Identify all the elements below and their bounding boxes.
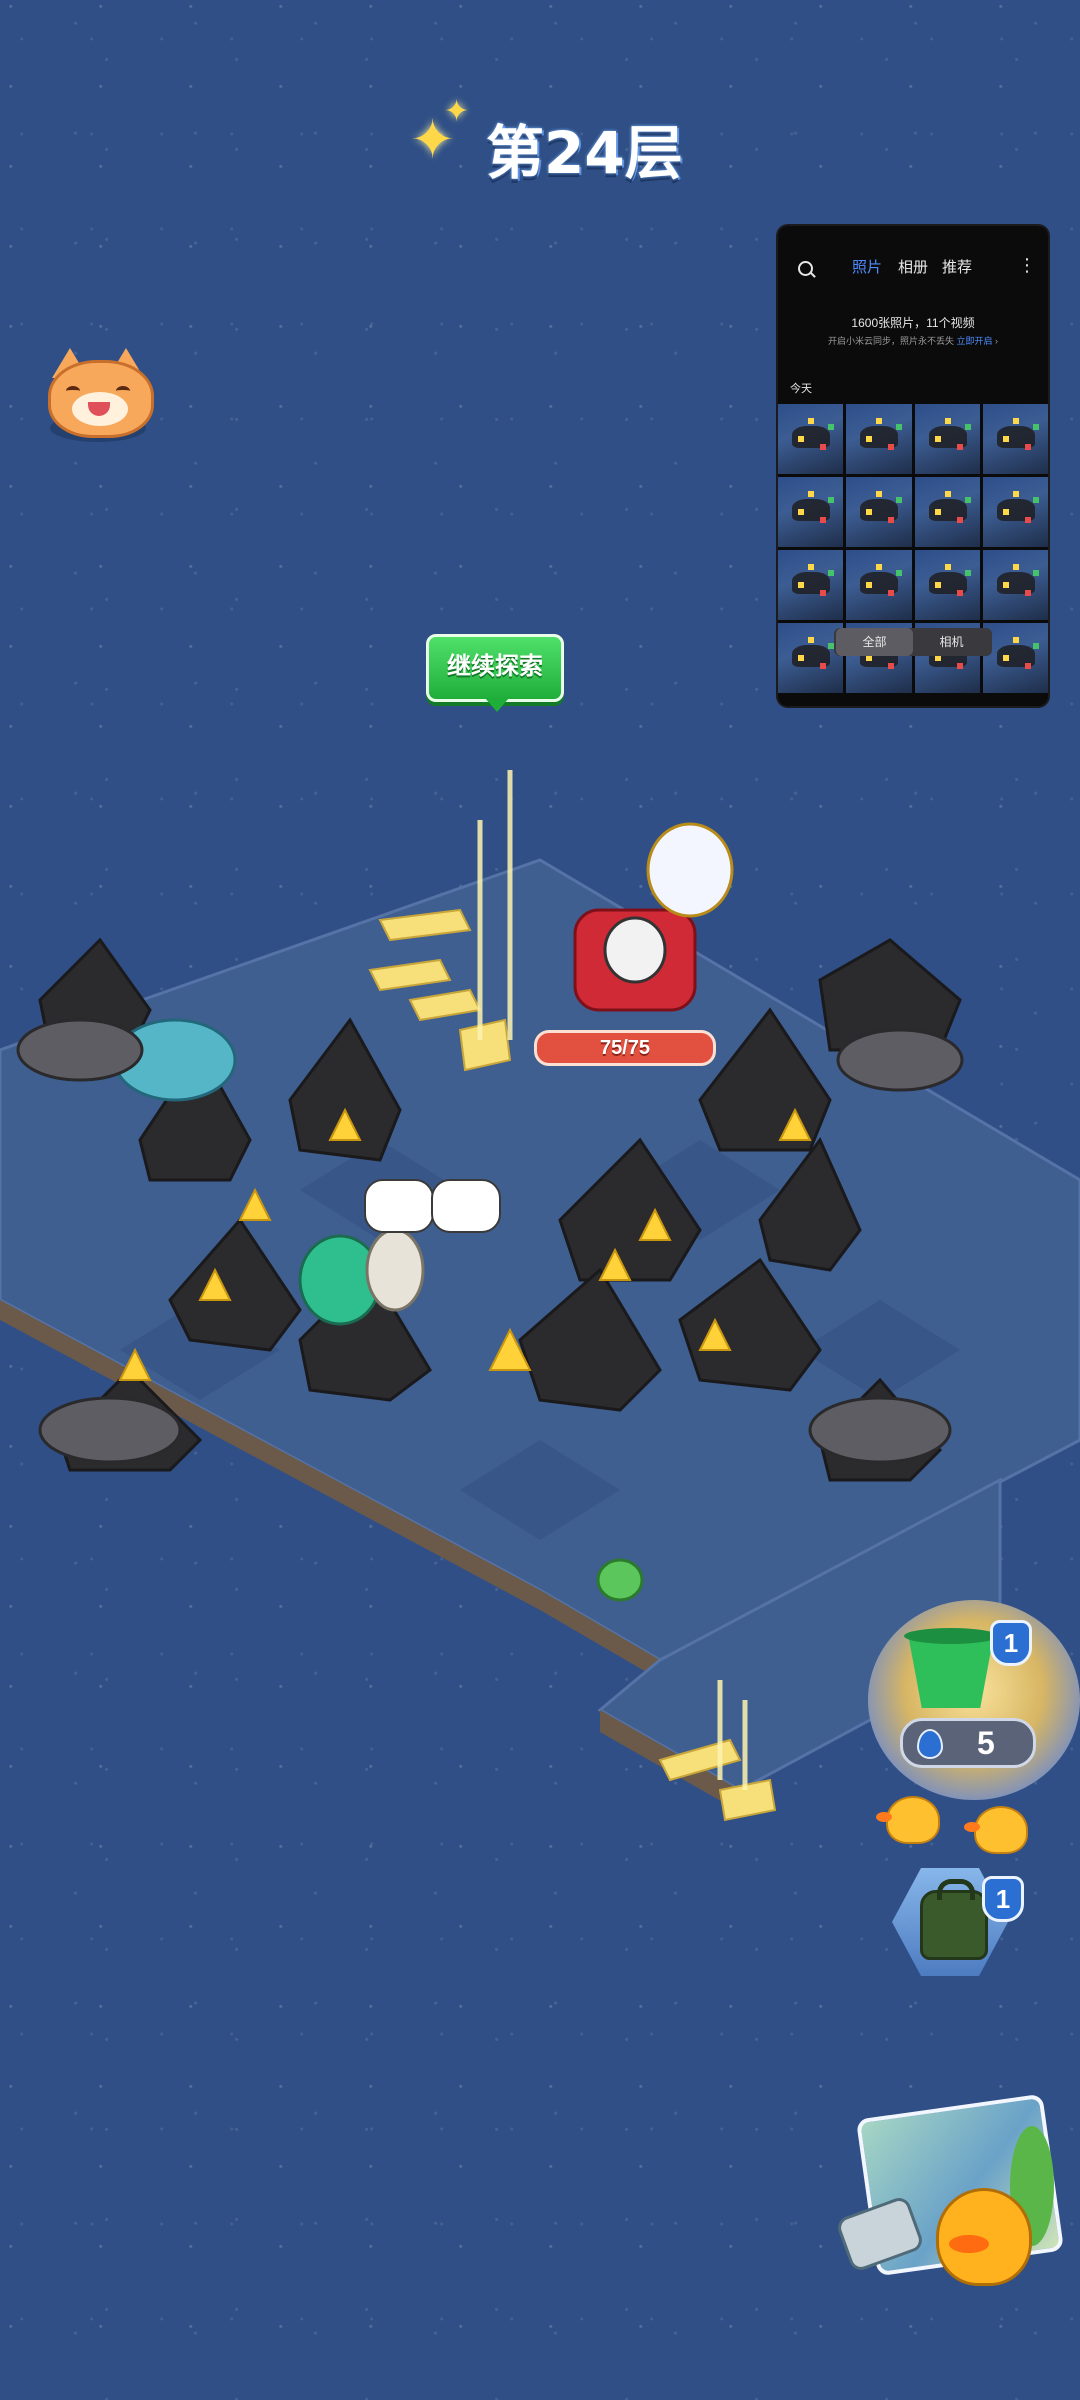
gallery-summary: 1600张照片，11个视频 — [851, 316, 975, 330]
tab-albums[interactable]: 相册 — [898, 256, 928, 277]
photo-thumbnail[interactable] — [914, 477, 980, 547]
duck-mascot-icon — [936, 2188, 1032, 2286]
section-today: 今天 — [790, 383, 812, 395]
floor-title-text: 第24层 — [486, 119, 683, 187]
duck-icon — [876, 1796, 940, 1844]
photo-thumbnail[interactable] — [846, 477, 912, 547]
photo-thumbnail[interactable] — [914, 404, 980, 474]
bucket-badge: 1 — [990, 1620, 1032, 1666]
water-count: 5 — [977, 1725, 995, 1761]
photo-thumbnail[interactable] — [778, 404, 844, 474]
floor-title: ✦ ✦ 第24层 — [410, 95, 710, 187]
tab-photos[interactable]: 照片 — [852, 256, 882, 277]
backpack-badge: 1 — [982, 1876, 1024, 1922]
sparkle-icon: ✦ — [444, 95, 470, 128]
gallery-topbar: 照片 相册 推荐 ⋮ — [778, 256, 1048, 286]
duck-icon — [964, 1806, 1028, 1854]
water-counter: 5 — [900, 1718, 1036, 1768]
more-icon[interactable]: ⋮ — [1018, 256, 1036, 274]
resource-panel[interactable]: 1 5 1 — [856, 1600, 1080, 1980]
water-drop-icon — [917, 1729, 943, 1759]
map-button[interactable] — [834, 2093, 1065, 2296]
boss-hp-bar: 75/75 — [534, 1030, 716, 1066]
search-icon[interactable] — [798, 261, 813, 276]
tab-recommended[interactable]: 推荐 — [942, 256, 972, 277]
photo-thumbnail[interactable] — [846, 404, 912, 474]
photo-thumbnail[interactable] — [982, 477, 1048, 547]
bucket-icon[interactable] — [904, 1624, 998, 1708]
sync-notice: 开启小米云同步，照片永不丢失 立即开启 › — [827, 336, 999, 346]
sync-notice-link[interactable]: 立即开启 — [957, 336, 993, 346]
cat-avatar-icon[interactable] — [44, 348, 154, 448]
photo-thumbnail[interactable] — [982, 404, 1048, 474]
continue-explore-button[interactable]: 继续探索 — [426, 634, 564, 712]
photo-thumbnail[interactable] — [778, 477, 844, 547]
backpack-icon[interactable] — [920, 1879, 988, 1960]
sync-notice-text: 开启小米云同步，照片永不丢失 — [827, 336, 954, 346]
